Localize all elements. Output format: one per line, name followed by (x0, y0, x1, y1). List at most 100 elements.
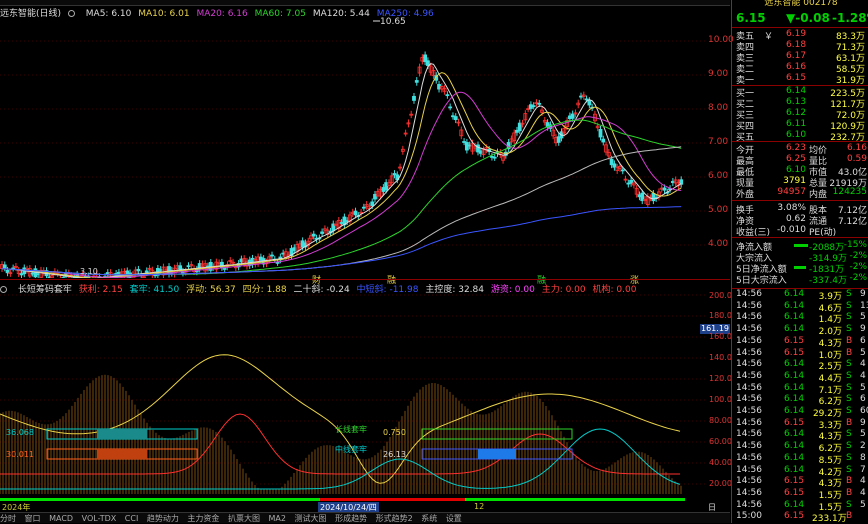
tab-item[interactable]: VOL-TDX (82, 514, 117, 523)
tick-time: 14:56 (736, 441, 762, 451)
tick-side: S (846, 453, 852, 463)
y-tick: 40.00 (709, 458, 732, 467)
candle-body (613, 164, 616, 167)
bid-row[interactable]: 买一 6.14 223.5万 (734, 86, 868, 97)
tab-item[interactable]: 分时 (0, 514, 16, 523)
candle-body (454, 117, 457, 120)
tick-price: 6.14 (784, 312, 804, 322)
tick-side: S (846, 371, 852, 381)
peak-price-label: 10.65 (380, 17, 406, 27)
tick-row[interactable]: 14:56 6.14 2.0万 S 9 (734, 324, 868, 335)
tick-time: 15:00 (736, 511, 762, 521)
tick-price: 6.14 (784, 289, 804, 299)
tick-volume: 233.1万 (812, 511, 842, 524)
candle-body (588, 101, 591, 105)
tick-row[interactable]: 14:56 6.14 4.2万 S 7 (734, 465, 868, 476)
stat-value: 6.16 (847, 143, 867, 153)
tick-row[interactable]: 14:56 6.14 1.4万 S 5 (734, 312, 868, 323)
settings-circle-icon[interactable] (68, 9, 79, 19)
tick-row[interactable]: 14:56 6.15 1.5万 B 4 (734, 488, 868, 499)
tick-row[interactable]: 14:56 6.14 8.5万 S 8 (734, 453, 868, 464)
stat-row: 今开 6.23 均价 6.16 (734, 143, 868, 154)
tab-item[interactable]: 扒票大图 (228, 514, 260, 523)
bid-row[interactable]: 买二 6.13 121.7万 (734, 97, 868, 108)
ask-row[interactable]: 卖一 6.15 31.9万 (734, 73, 868, 84)
y-tick: 20.00 (709, 479, 732, 488)
bid-row[interactable]: 买五 6.10 232.7万 (734, 130, 868, 141)
tick-time: 14:56 (736, 371, 762, 381)
tick-row[interactable]: 14:56 6.14 29.2万 S 60 (734, 406, 868, 417)
flow-row: 5日净流入额 -1831万 -2% (734, 262, 868, 273)
tick-row[interactable]: 15:00 6.15 233.1万 B (734, 511, 868, 522)
tick-row[interactable]: 14:56 6.14 4.3万 S 5 (734, 429, 868, 440)
y-tick: 180.0 (709, 311, 732, 320)
tab-item[interactable]: 主力资金 (187, 514, 219, 523)
bar-fill (478, 449, 516, 459)
tick-row[interactable]: 14:56 6.14 6.2万 S 6 (734, 394, 868, 405)
tab-item[interactable]: 设置 (446, 514, 462, 523)
tick-time: 14:56 (736, 348, 762, 358)
tick-row[interactable]: 14:56 6.14 1.5万 S 5 (734, 500, 868, 511)
tick-list[interactable]: 14:56 6.14 3.9万 S 9 14:56 6.14 4.6万 S 13… (732, 289, 868, 523)
tab-item[interactable]: 窗口 (25, 514, 41, 523)
ma-item: MA5: 6.10 (86, 9, 132, 19)
stat-value: 94957 (776, 187, 806, 197)
stat-value: 6.25 (776, 154, 806, 164)
tick-price: 6.14 (784, 383, 804, 393)
tick-time: 14:56 (736, 476, 762, 486)
ask-row[interactable]: 卖二 6.16 58.5万 (734, 62, 868, 73)
bid-row[interactable]: 买四 6.11 120.9万 (734, 119, 868, 130)
tab-item[interactable]: 形式趋势2 (376, 514, 413, 523)
ask-row[interactable]: 卖四 6.18 71.3万 (734, 40, 868, 51)
tick-time: 14:56 (736, 488, 762, 498)
bid-book: 买一 6.14 223.5万 买二 6.13 121.7万 买三 6.12 72… (732, 86, 868, 142)
candle-body (538, 103, 541, 104)
candle-body (276, 262, 279, 263)
tick-side: B (846, 418, 852, 428)
tick-row[interactable]: 14:56 6.14 6.2万 S 2 (734, 441, 868, 452)
candle-body (137, 269, 140, 270)
tick-row[interactable]: 14:56 6.14 4.6万 S 13 (734, 301, 868, 312)
tick-time: 14:56 (736, 336, 762, 346)
candle-body (571, 114, 574, 118)
tab-item[interactable]: MA2 (269, 514, 286, 523)
tab-item[interactable]: 形成趋势 (335, 514, 367, 523)
ask-row[interactable]: 卖五 ￥ 6.19 83.3万 (734, 29, 868, 40)
tick-count: 4 (860, 371, 866, 381)
ask-row[interactable]: 卖三 6.17 63.1万 (734, 51, 868, 62)
candle-body (362, 207, 365, 208)
box-value-top: 36.068 (6, 428, 34, 437)
bid-row[interactable]: 买三 6.12 72.0万 (734, 108, 868, 119)
ask-price: 6.18 (786, 40, 806, 50)
ma-line (2, 207, 681, 275)
tick-side: S (846, 289, 852, 299)
tick-row[interactable]: 14:56 6.14 7.1万 S 5 (734, 383, 868, 394)
kline-chart[interactable] (0, 6, 706, 278)
candle-body (271, 255, 274, 256)
tick-time: 14:56 (736, 312, 762, 322)
flow-value: -337.4万 (809, 273, 847, 286)
tick-row[interactable]: 14:56 6.14 4.4万 S 4 (734, 371, 868, 382)
tick-row[interactable]: 14:56 6.15 3.3万 B 9 (734, 418, 868, 429)
candle-body (426, 61, 429, 66)
tick-row[interactable]: 14:56 6.14 3.9万 S 9 (734, 289, 868, 300)
tick-count: 5 (860, 500, 866, 510)
candle-body (412, 96, 415, 100)
tab-item[interactable]: 系统 (421, 514, 437, 523)
tick-price: 6.15 (784, 488, 804, 498)
tab-item[interactable]: MACD (49, 514, 73, 523)
tick-row[interactable]: 14:56 6.15 1.0万 B 5 (734, 348, 868, 359)
tick-count: 9 (860, 289, 866, 299)
tick-row[interactable]: 14:56 6.15 4.3万 B 6 (734, 336, 868, 347)
tab-item[interactable]: 测试大图 (295, 514, 327, 523)
indicator-chart[interactable] (0, 294, 706, 502)
tick-row[interactable]: 14:56 6.14 2.5万 S 4 (734, 359, 868, 370)
tick-price: 6.15 (784, 418, 804, 428)
candle-body (663, 188, 666, 190)
stat-label: 内盘 (809, 187, 827, 200)
indicator-legend: 长短筹码套牢 获利: 2.15 套牢: 41.50 浮动: 56.37 四分: … (0, 282, 706, 294)
y-tick: 200.0 (709, 291, 732, 300)
tab-item[interactable]: 趋势动力 (147, 514, 179, 523)
tick-row[interactable]: 14:56 6.15 4.3万 B 4 (734, 476, 868, 487)
tab-item[interactable]: CCI (125, 514, 139, 523)
